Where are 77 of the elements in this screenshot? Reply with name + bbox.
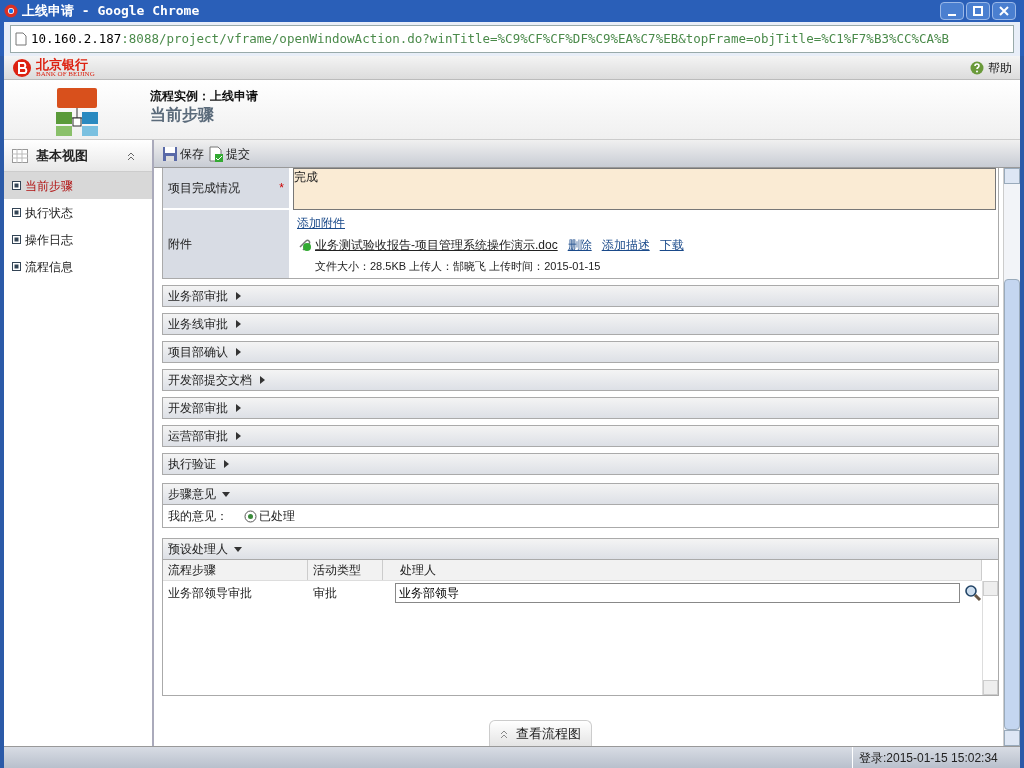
search-icon	[964, 584, 982, 602]
browser-logo-icon	[4, 4, 18, 18]
paperclip-icon	[297, 238, 313, 252]
bank-logo-icon	[12, 57, 32, 78]
table-cell-text: 业务部领导审批	[167, 585, 253, 602]
expand-up-icon	[500, 728, 508, 739]
column-header: 处理人	[395, 560, 982, 580]
caret-right-icon	[234, 320, 242, 328]
section-header[interactable]: 步骤意见	[162, 483, 999, 505]
help-icon	[970, 60, 984, 75]
opinion-label: 我的意见：	[168, 508, 228, 525]
scrollbar[interactable]	[1003, 168, 1020, 746]
minimize-button[interactable]	[940, 2, 964, 20]
field-label: 项目完成情况	[168, 180, 240, 197]
close-icon	[999, 6, 1009, 16]
document-check-icon	[208, 145, 224, 162]
caret-right-icon	[234, 432, 242, 440]
sidebar-item[interactable]: 当前步骤	[4, 172, 152, 199]
flowchart-icon	[54, 86, 100, 138]
delete-link[interactable]: 删除	[567, 236, 592, 254]
completion-field[interactable]: 完成	[293, 168, 996, 210]
caret-right-icon	[222, 460, 230, 468]
url-host: 10.160.2.187	[31, 29, 122, 48]
column-header: 活动类型	[308, 560, 383, 580]
process-instance-label: 流程实例：上线申请	[150, 88, 258, 105]
address-field[interactable]: 10.160.2.187:8088/project/vframe/openWindowAction.do?winTitle=%C9%CF%CF%DF%C9%EA%C7%EB&topFrame=objTitle=%C1%F7%B3%CC%CA%B	[10, 25, 1014, 53]
caret-right-icon	[234, 292, 242, 300]
section-header[interactable]: 预设处理人	[162, 538, 999, 560]
file-info: 文件大小：28.5KB 上传人：郜晓飞 上传时间：2015-01-15	[314, 259, 602, 274]
save-icon	[162, 145, 178, 162]
sidebar-title: 基本视图	[36, 146, 88, 165]
section-header[interactable]: 业务部审批	[162, 285, 999, 307]
bullet-icon	[12, 208, 21, 217]
login-time: 登录:2015-01-15 15:02:34	[852, 747, 1020, 768]
handler-field[interactable]: 业务部领导	[395, 583, 960, 603]
submit-button[interactable]: 提交	[208, 144, 250, 163]
bullet-icon	[12, 262, 21, 271]
caret-right-icon	[234, 348, 242, 356]
bank-name: 北京银行	[36, 57, 89, 71]
help-link[interactable]: 帮助	[970, 58, 1012, 77]
section-header[interactable]: 项目部确认	[162, 341, 999, 363]
section-header[interactable]: 运营部审批	[162, 425, 999, 447]
minimize-icon	[948, 14, 956, 16]
maximize-button[interactable]	[966, 2, 990, 20]
sidebar-item[interactable]: 操作日志	[4, 226, 152, 253]
page-title: 当前步骤	[150, 105, 215, 125]
sidebar-item[interactable]: 执行状态	[4, 199, 152, 226]
collapse-icon	[126, 150, 136, 161]
caret-down-icon	[234, 545, 242, 553]
view-flowchart-button[interactable]: 查看流程图	[489, 720, 592, 746]
inner-scrollbar[interactable]	[982, 581, 998, 695]
field-label: 附件	[163, 210, 289, 278]
required-mark: *	[279, 180, 284, 197]
sidebar-item[interactable]: 流程信息	[4, 253, 152, 280]
bullet-icon	[12, 235, 21, 244]
section-header[interactable]: 开发部提交文档	[162, 369, 999, 391]
window-title: 上线申请 - Google Chrome	[22, 2, 200, 21]
save-button[interactable]: 保存	[162, 144, 204, 163]
add-attachment-link[interactable]: 添加附件	[297, 214, 345, 232]
grid-icon	[12, 148, 28, 163]
table-cell-text: 审批	[312, 585, 338, 602]
maximize-icon	[973, 6, 983, 16]
caret-right-icon	[234, 404, 242, 412]
caret-right-icon	[258, 376, 266, 384]
section-header[interactable]: 开发部审批	[162, 397, 999, 419]
caret-down-icon	[222, 490, 230, 498]
section-header[interactable]: 业务线审批	[162, 313, 999, 335]
column-header: 流程步骤	[163, 560, 308, 580]
page-icon	[15, 32, 27, 46]
download-link[interactable]: 下载	[659, 236, 684, 254]
close-button[interactable]	[992, 2, 1016, 20]
attachment-link[interactable]: 业务测试验收报告-项目管理系统操作演示.doc	[297, 236, 558, 254]
bullet-icon	[12, 181, 21, 190]
section-header[interactable]: 执行验证	[162, 453, 999, 475]
radio-option[interactable]: 已处理	[244, 507, 295, 525]
url-path: :8088/project/vframe/openWindowAction.do?winTitle=%C9%CF%CF%DF%C9%EA%C7%EB&topFrame=objTitle=%C1%F7%B3%CC%CA%B	[121, 29, 950, 48]
add-description-link[interactable]: 添加描述	[601, 236, 650, 254]
